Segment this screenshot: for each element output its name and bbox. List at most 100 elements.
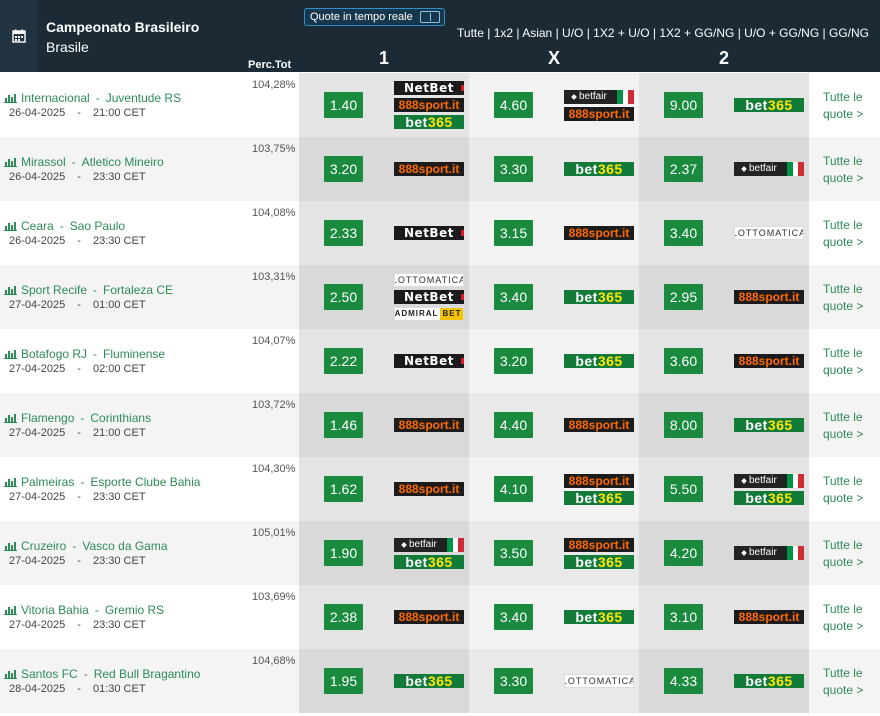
betfair-logo[interactable]: betfair	[394, 537, 464, 552]
odd-button-away[interactable]: 5.50	[664, 476, 703, 502]
match-link[interactable]: Flamengo - Corinthians	[4, 411, 151, 425]
all-quotes-link[interactable]: Tutte le quote >	[823, 473, 863, 507]
888sport-logo[interactable]: 888sport.it	[564, 537, 634, 552]
all-quotes-link[interactable]: Tutte le quote >	[823, 601, 863, 635]
odd-button-draw[interactable]: 3.15	[494, 220, 533, 246]
888sport-logo[interactable]: 888sport.it	[734, 354, 804, 368]
odd-button-draw[interactable]: 3.20	[494, 348, 533, 374]
bet365-logo[interactable]: bet 365	[564, 290, 634, 304]
odd-button-draw[interactable]: 3.30	[494, 668, 533, 694]
match-link[interactable]: Sport Recife - Fortaleza CE	[4, 283, 173, 297]
bet365-logo[interactable]: bet 365	[564, 354, 634, 368]
odd-button-away[interactable]: 8.00	[664, 412, 703, 438]
odd-button-away[interactable]: 4.20	[664, 540, 703, 566]
888sport-logo[interactable]: 888sport.it	[394, 418, 464, 432]
market-tab[interactable]: GG/NG	[829, 26, 869, 40]
888sport-logo[interactable]: 888sport.it	[734, 290, 804, 304]
odd-button-draw[interactable]: 3.30	[494, 156, 533, 182]
market-tab[interactable]: Tutte	[457, 26, 484, 40]
bet365-logo[interactable]: bet 365	[564, 490, 634, 505]
888sport-logo[interactable]: 888sport.it	[394, 610, 464, 624]
bet365-logo[interactable]: bet 365	[564, 162, 634, 176]
888sport-logo[interactable]: 888sport.it	[394, 482, 464, 496]
odd-button-home[interactable]: 1.62	[324, 476, 363, 502]
market-tab[interactable]: 1X2 + U/O	[593, 26, 649, 40]
calendar-panel[interactable]	[0, 0, 38, 72]
odd-button-away[interactable]: 3.40	[664, 220, 703, 246]
odd-button-home[interactable]: 1.40	[324, 92, 363, 118]
odd-button-home[interactable]: 1.95	[324, 668, 363, 694]
all-quotes-link[interactable]: Tutte le quote >	[823, 345, 863, 379]
888sport-logo[interactable]: 888sport.it	[394, 162, 464, 176]
netbet-logo[interactable]: NetBet	[394, 354, 464, 368]
odd-button-away[interactable]: 2.95	[664, 284, 703, 310]
all-quotes-link[interactable]: Tutte le quote >	[823, 217, 863, 251]
lottomatica-logo[interactable]: LOTTOMATICA	[734, 226, 804, 240]
odd-button-draw[interactable]: 3.40	[494, 604, 533, 630]
all-quotes-link[interactable]: Tutte le quote >	[823, 665, 863, 699]
odd-button-draw[interactable]: 4.10	[494, 476, 533, 502]
odd-button-away[interactable]: 3.10	[664, 604, 703, 630]
market-tab[interactable]: Asian	[522, 26, 552, 40]
betfair-logo[interactable]: betfair	[564, 89, 634, 104]
match-link[interactable]: Mirassol - Atletico Mineiro	[4, 155, 164, 169]
bet365-logo[interactable]: bet 365	[734, 418, 804, 432]
bet365-logo[interactable]: bet 365	[564, 610, 634, 624]
match-link[interactable]: Botafogo RJ - Fluminense	[4, 347, 165, 361]
match-link[interactable]: Vitoria Bahia - Gremio RS	[4, 603, 164, 617]
match-link[interactable]: Ceara - Sao Paulo	[4, 219, 125, 233]
888sport-logo[interactable]: 888sport.it	[564, 418, 634, 432]
all-quotes-link[interactable]: Tutte le quote >	[823, 153, 863, 187]
market-tab[interactable]: 1X2 + GG/NG	[659, 26, 734, 40]
netbet-logo[interactable]: NetBet	[394, 81, 464, 95]
888sport-logo[interactable]: 888sport.it	[734, 610, 804, 624]
888sport-logo[interactable]: 888sport.it	[394, 98, 464, 112]
odd-button-away[interactable]: 3.60	[664, 348, 703, 374]
bet365-logo[interactable]: bet 365	[734, 674, 804, 688]
market-tab[interactable]: U/O + GG/NG	[744, 26, 819, 40]
all-quotes-link[interactable]: Tutte le quote >	[823, 89, 863, 123]
odd-button-home[interactable]: 1.90	[324, 540, 363, 566]
odd-button-draw[interactable]: 4.60	[494, 92, 533, 118]
888sport-logo[interactable]: 888sport.it	[564, 106, 634, 121]
admiralbet-logo[interactable]: ADMIRAL BET	[394, 307, 464, 321]
match-link[interactable]: Palmeiras - Esporte Clube Bahia	[4, 475, 200, 489]
bet365-logo[interactable]: bet 365	[564, 554, 634, 569]
all-quotes-link[interactable]: Tutte le quote >	[823, 409, 863, 443]
odd-button-home[interactable]: 2.38	[324, 604, 363, 630]
odd-button-away[interactable]: 4.33	[664, 668, 703, 694]
netbet-logo[interactable]: NetBet	[394, 226, 464, 240]
bet365-logo[interactable]: bet 365	[734, 98, 804, 112]
betfair-logo[interactable]: betfair	[734, 162, 804, 176]
odd-button-home[interactable]: 3.20	[324, 156, 363, 182]
odd-button-draw[interactable]: 4.40	[494, 412, 533, 438]
lottomatica-logo[interactable]: LOTTOMATICA	[394, 273, 464, 287]
odd-button-draw[interactable]: 3.50	[494, 540, 533, 566]
bet365-logo[interactable]: bet 365	[394, 674, 464, 688]
all-quotes-link[interactable]: Tutte le quote >	[823, 537, 863, 571]
betfair-logo[interactable]: betfair	[734, 473, 804, 488]
odd-button-draw[interactable]: 3.40	[494, 284, 533, 310]
888sport-logo[interactable]: 888sport.it	[564, 226, 634, 240]
betfair-logo[interactable]: betfair	[734, 546, 804, 560]
odd-button-home[interactable]: 2.33	[324, 220, 363, 246]
odd-button-home[interactable]: 2.50	[324, 284, 363, 310]
match-link[interactable]: Santos FC - Red Bull Bragantino	[4, 667, 200, 681]
odd-button-home[interactable]: 1.46	[324, 412, 363, 438]
odd-button-away[interactable]: 9.00	[664, 92, 703, 118]
odds-cell-home: 2.50 LOTTOMATICA NetBet ADMIRAL BET	[299, 265, 469, 329]
netbet-logo[interactable]: NetBet	[394, 290, 464, 304]
bet365-logo[interactable]: bet 365	[734, 490, 804, 505]
bet365-logo[interactable]: bet 365	[394, 554, 464, 569]
market-tab[interactable]: 1x2	[494, 26, 513, 40]
odd-button-home[interactable]: 2.22	[324, 348, 363, 374]
odd-button-away[interactable]: 2.37	[664, 156, 703, 182]
match-link[interactable]: Internacional - Juventude RS	[4, 91, 181, 105]
bet365-logo[interactable]: bet 365	[394, 115, 464, 129]
888sport-logo[interactable]: 888sport.it	[564, 473, 634, 488]
live-odds-toggle[interactable]: Quote in tempo reale	[304, 8, 445, 26]
market-tab[interactable]: U/O	[562, 26, 583, 40]
all-quotes-link[interactable]: Tutte le quote >	[823, 281, 863, 315]
match-link[interactable]: Cruzeiro - Vasco da Gama	[4, 539, 168, 553]
lottomatica-logo[interactable]: LOTTOMATICA	[564, 674, 634, 688]
